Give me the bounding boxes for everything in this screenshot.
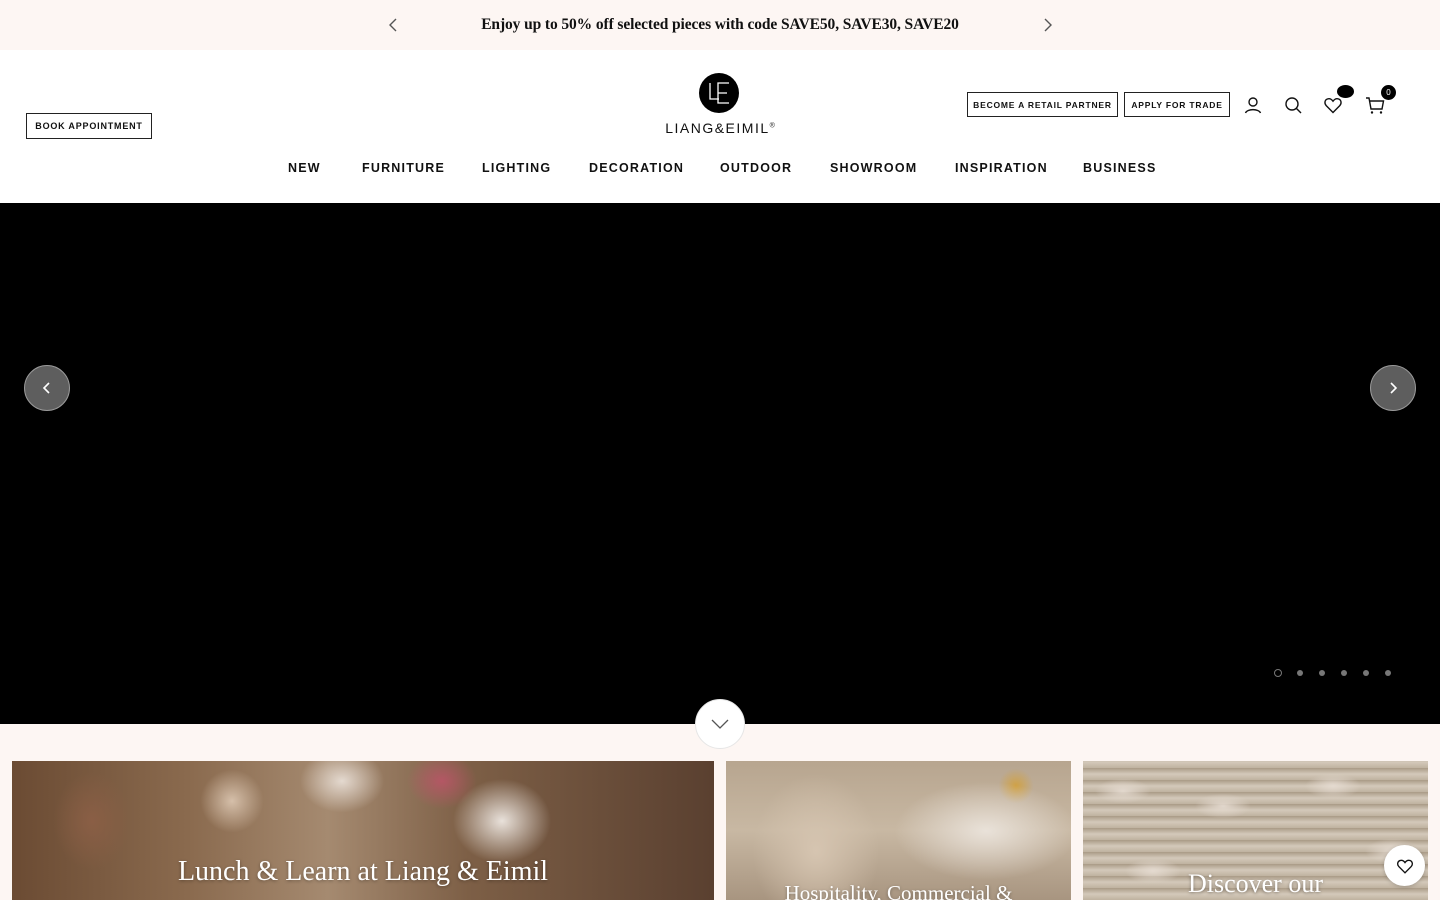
cart-count-badge: 0 (1381, 85, 1396, 100)
book-appointment-button[interactable]: BOOK APPOINTMENT (26, 113, 152, 139)
chevron-down-icon (711, 719, 729, 729)
chevron-right-icon (1390, 382, 1398, 394)
chevron-left-icon (42, 382, 50, 394)
hero-slideshow (0, 203, 1440, 724)
apply-for-trade-button[interactable]: APPLY FOR TRADE (1124, 92, 1230, 117)
logo[interactable]: LIANG&EIMIL® (640, 72, 800, 138)
nav-item-furniture[interactable]: FURNITURE (362, 158, 445, 178)
slide-dot[interactable] (1383, 668, 1393, 678)
nav-item-inspiration[interactable]: INSPIRATION (955, 158, 1048, 178)
search-icon[interactable] (1282, 94, 1304, 116)
slide-dot[interactable] (1339, 668, 1349, 678)
feature-section: Lunch & Learn at Liang & Eimil Hospitali… (0, 724, 1440, 900)
hero-prev-button[interactable] (24, 365, 70, 411)
main-nav: NEW FURNITURE LIGHTING DECORATION OUTDOO… (0, 158, 1440, 178)
feature-card-title: Hospitality, Commercial & (784, 881, 1013, 900)
announcement-bar: Enjoy up to 50% off selected pieces with… (0, 0, 1440, 50)
feature-card-title: Lunch & Learn at Liang & Eimil (177, 856, 549, 887)
wishlist-badge (1337, 85, 1354, 98)
hero-next-button[interactable] (1370, 365, 1416, 411)
nav-item-outdoor[interactable]: OUTDOOR (720, 158, 792, 178)
site-header: BOOK APPOINTMENT LIANG&EIMIL® BECOME A R… (0, 50, 1440, 203)
slide-dot[interactable] (1273, 668, 1283, 678)
nav-item-business[interactable]: BUSINESS (1083, 158, 1157, 178)
feature-card-discover[interactable]: Discover our (1083, 761, 1428, 900)
become-retail-partner-button[interactable]: BECOME A RETAIL PARTNER (967, 92, 1118, 117)
slide-dot[interactable] (1317, 668, 1327, 678)
account-icon[interactable] (1242, 94, 1264, 116)
nav-item-lighting[interactable]: LIGHTING (482, 158, 551, 178)
le-monogram-icon (709, 82, 729, 104)
announcement-next-button[interactable] (1037, 15, 1057, 35)
scroll-down-button[interactable] (695, 699, 745, 749)
slide-dot[interactable] (1295, 668, 1305, 678)
feature-card-title: Discover our (1187, 869, 1323, 898)
heart-icon (1396, 859, 1413, 874)
logo-monogram (699, 73, 739, 113)
feature-card-lunch-learn[interactable]: Lunch & Learn at Liang & Eimil (12, 761, 714, 900)
announcement-text: Enjoy up to 50% off selected pieces with… (481, 16, 959, 33)
feature-card-hospitality[interactable]: Hospitality, Commercial & (726, 761, 1071, 900)
floating-wishlist-button[interactable] (1384, 845, 1425, 886)
slide-dot[interactable] (1361, 668, 1371, 678)
nav-item-showroom[interactable]: SHOWROOM (830, 158, 917, 178)
nav-item-new[interactable]: NEW (288, 158, 321, 178)
chevron-right-icon (1044, 18, 1052, 32)
nav-item-decoration[interactable]: DECORATION (589, 158, 684, 178)
logo-wordmark: LIANG&EIMIL® (665, 120, 775, 136)
